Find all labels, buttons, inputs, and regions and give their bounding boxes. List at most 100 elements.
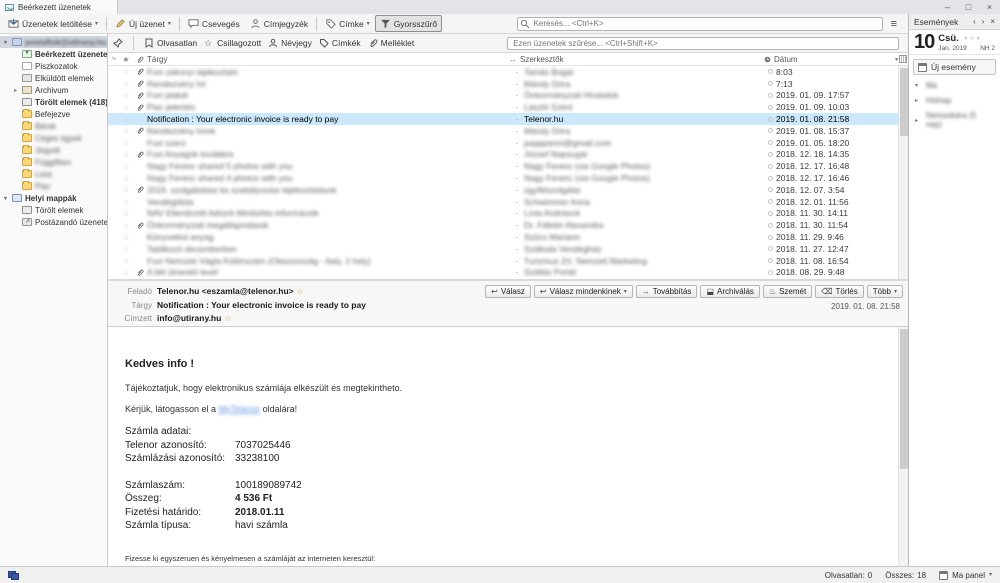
folder-row[interactable]: ▸ Archivum <box>0 84 107 96</box>
folder-row[interactable]: ▾ Helyi mappák <box>0 192 107 204</box>
to-value[interactable]: info@utirany.hu <box>157 312 221 326</box>
star-icon[interactable]: ☆ <box>120 79 132 88</box>
junk-status-icon[interactable]: · <box>510 220 524 230</box>
message-row[interactable]: ☆ Rendezvény hír · Mándy Dóra 7:13 <box>108 78 908 90</box>
events-prev-button[interactable]: ‹ <box>973 17 976 26</box>
junk-status-icon[interactable]: · <box>510 149 524 159</box>
minimize-button[interactable]: – <box>937 0 958 14</box>
expander-icon[interactable]: ▸ <box>915 97 922 104</box>
junk-status-icon[interactable]: · <box>510 90 524 100</box>
star-icon[interactable]: ☆ <box>120 197 132 206</box>
event-section[interactable]: ▾ Ma <box>909 78 1000 93</box>
folder-row[interactable]: Törölt elemek (418) <box>0 96 107 108</box>
junk-status-icon[interactable]: · <box>510 232 524 242</box>
expander-icon[interactable]: ▾ <box>915 82 922 89</box>
close-button[interactable]: × <box>979 0 1000 14</box>
filter-unread-button[interactable]: Olvasatlan <box>144 38 197 48</box>
junk-status-icon[interactable]: · <box>510 256 524 266</box>
day-prev-button[interactable]: ‹ <box>965 35 967 42</box>
message-row[interactable]: ☆ Rendezvény hírek · Mándy Dóra 2019. 01… <box>108 125 908 137</box>
address-book-button[interactable]: Címjegyzék <box>245 15 313 32</box>
folder-row[interactable]: Elküldött elemek <box>0 72 107 84</box>
expander-icon[interactable]: ▸ <box>915 117 922 124</box>
column-junk-icon[interactable]: ↔ <box>506 55 520 64</box>
folder-row[interactable]: Jegyek <box>0 144 107 156</box>
expander-icon[interactable]: ▸ <box>12 87 19 94</box>
get-messages-button[interactable]: Üzenetek letöltése ▾ <box>3 15 103 32</box>
pay-invoice-button[interactable]: Számla befizetése <box>125 566 212 567</box>
message-row[interactable]: ☆ Fuvi szerz · papppanni@gmail.com 2019.… <box>108 137 908 149</box>
chevron-down-icon[interactable]: ▾ <box>168 21 171 27</box>
folder-row[interactable]: Törölt elemek <box>0 204 107 216</box>
thread-column-icon[interactable]: ⤷ <box>108 55 120 63</box>
event-section[interactable]: ▸ Nemsokára (5 nap) <box>909 108 1000 132</box>
chat-button[interactable]: Csevegés <box>183 15 245 32</box>
message-filter-input[interactable] <box>507 37 899 50</box>
folder-row[interactable]: Függőben <box>0 156 107 168</box>
body-scrollbar[interactable] <box>898 327 908 566</box>
junk-status-icon[interactable]: · <box>510 173 524 183</box>
chevron-down-icon[interactable]: ▾ <box>894 289 897 295</box>
list-scrollbar[interactable] <box>898 66 908 279</box>
app-menu-button[interactable]: ≡ <box>883 15 905 33</box>
message-row[interactable]: ☆ Vendéglátás · Schwimmer Anna 2018. 12.… <box>108 196 908 208</box>
more-button[interactable]: Több▾ <box>867 285 903 298</box>
from-value[interactable]: Telenor.hu <eszamla@telenor.hu> <box>157 285 294 299</box>
maximize-button[interactable]: □ <box>958 0 979 14</box>
star-icon[interactable]: ☆ <box>120 256 132 265</box>
search-input[interactable] <box>517 17 883 31</box>
star-icon[interactable]: ☆ <box>120 174 132 183</box>
junk-status-icon[interactable]: · <box>510 161 524 171</box>
day-next-button[interactable]: › <box>977 35 979 42</box>
message-row[interactable]: ☆ Találkozó decemberben · Szálloda Vendé… <box>108 243 908 255</box>
delete-button[interactable]: ⌫Törlés <box>815 285 864 298</box>
reply-all-button[interactable]: ↩Válasz mindenkinek▾ <box>534 285 633 298</box>
folder-row[interactable]: Beérkezett üzenetek <box>0 48 107 60</box>
expander-icon[interactable]: ▾ <box>2 195 9 202</box>
message-row[interactable]: ☆ NAV Ellenőrzött Adózói Minősítés infor… <box>108 208 908 220</box>
filter-tags-button[interactable]: Címkék <box>319 38 361 48</box>
today-pane-toggle[interactable]: Ma panel ▾ <box>939 571 992 580</box>
folder-row[interactable]: Lista <box>0 168 107 180</box>
star-icon[interactable]: ☆ <box>120 268 132 277</box>
message-row[interactable]: ☆ Önkormányzati megállapodások · Dr. Fáb… <box>108 219 908 231</box>
pin-icon[interactable] <box>113 38 123 48</box>
star-icon[interactable]: ☆ <box>120 162 132 171</box>
message-row[interactable]: ☆ A téli útravaló levél · Szállás Portál… <box>108 267 908 279</box>
star-column-icon[interactable]: ★ <box>120 55 132 64</box>
message-row[interactable]: ☆ 2019. szolgáltatási és szabályozási tá… <box>108 184 908 196</box>
attachment-column-icon[interactable] <box>132 55 147 64</box>
folder-row[interactable]: ▾ postafiok@utirany.hu <box>0 36 107 48</box>
message-row[interactable]: ☆ Nagy Ferenc shared 4 photos with you ·… <box>108 172 908 184</box>
message-row[interactable]: ☆ Fuvi Anyagok továbbra · József Napsugá… <box>108 149 908 161</box>
star-icon[interactable]: ☆ <box>120 91 132 100</box>
tab-inbox[interactable]: Beérkezett üzenetek <box>0 0 118 14</box>
tag-button[interactable]: Címke ▾ <box>320 15 375 32</box>
chevron-down-icon[interactable]: ▾ <box>367 21 370 27</box>
message-row[interactable]: ☆ Fuvi Nemzeti Vágta Különszám (Olaszors… <box>108 255 908 267</box>
junk-status-icon[interactable]: · <box>510 114 524 124</box>
message-row[interactable]: ☆ Fuvi zakonyi tájékoztató · Tamás Bogár… <box>108 66 908 78</box>
message-row[interactable]: ☆ Könyvelési anyag · Szűcs Mariann 2018.… <box>108 231 908 243</box>
folder-row[interactable]: Céges ügyek <box>0 132 107 144</box>
message-row[interactable]: ☆ Nagy Ferenc shared 5 photos with you ·… <box>108 160 908 172</box>
folder-row[interactable]: Postázandó üzenetek <box>0 216 107 228</box>
list-scrollbar-thumb[interactable] <box>900 68 908 136</box>
junk-status-icon[interactable]: · <box>510 185 524 195</box>
column-picker[interactable]: ▾ <box>894 55 908 63</box>
chevron-down-icon[interactable]: ▾ <box>624 289 627 295</box>
junk-status-icon[interactable]: · <box>510 126 524 136</box>
forward-button[interactable]: →Továbbítás <box>636 285 698 298</box>
expander-icon[interactable]: ▾ <box>2 39 9 46</box>
star-icon[interactable]: ☆ <box>120 115 132 124</box>
event-section[interactable]: ▸ Holnap <box>909 93 1000 108</box>
star-icon[interactable]: ☆ <box>297 285 304 299</box>
star-icon[interactable]: ☆ <box>120 221 132 230</box>
events-close-button[interactable]: × <box>990 17 995 26</box>
filter-contact-button[interactable]: Névjegy <box>268 38 312 48</box>
message-row[interactable]: ☆ Notification : Your electronic invoice… <box>108 113 908 125</box>
junk-status-icon[interactable]: · <box>510 244 524 254</box>
star-icon[interactable]: ☆ <box>120 103 132 112</box>
junk-status-icon[interactable]: · <box>510 208 524 218</box>
new-event-button[interactable]: Új esemény <box>913 59 996 75</box>
